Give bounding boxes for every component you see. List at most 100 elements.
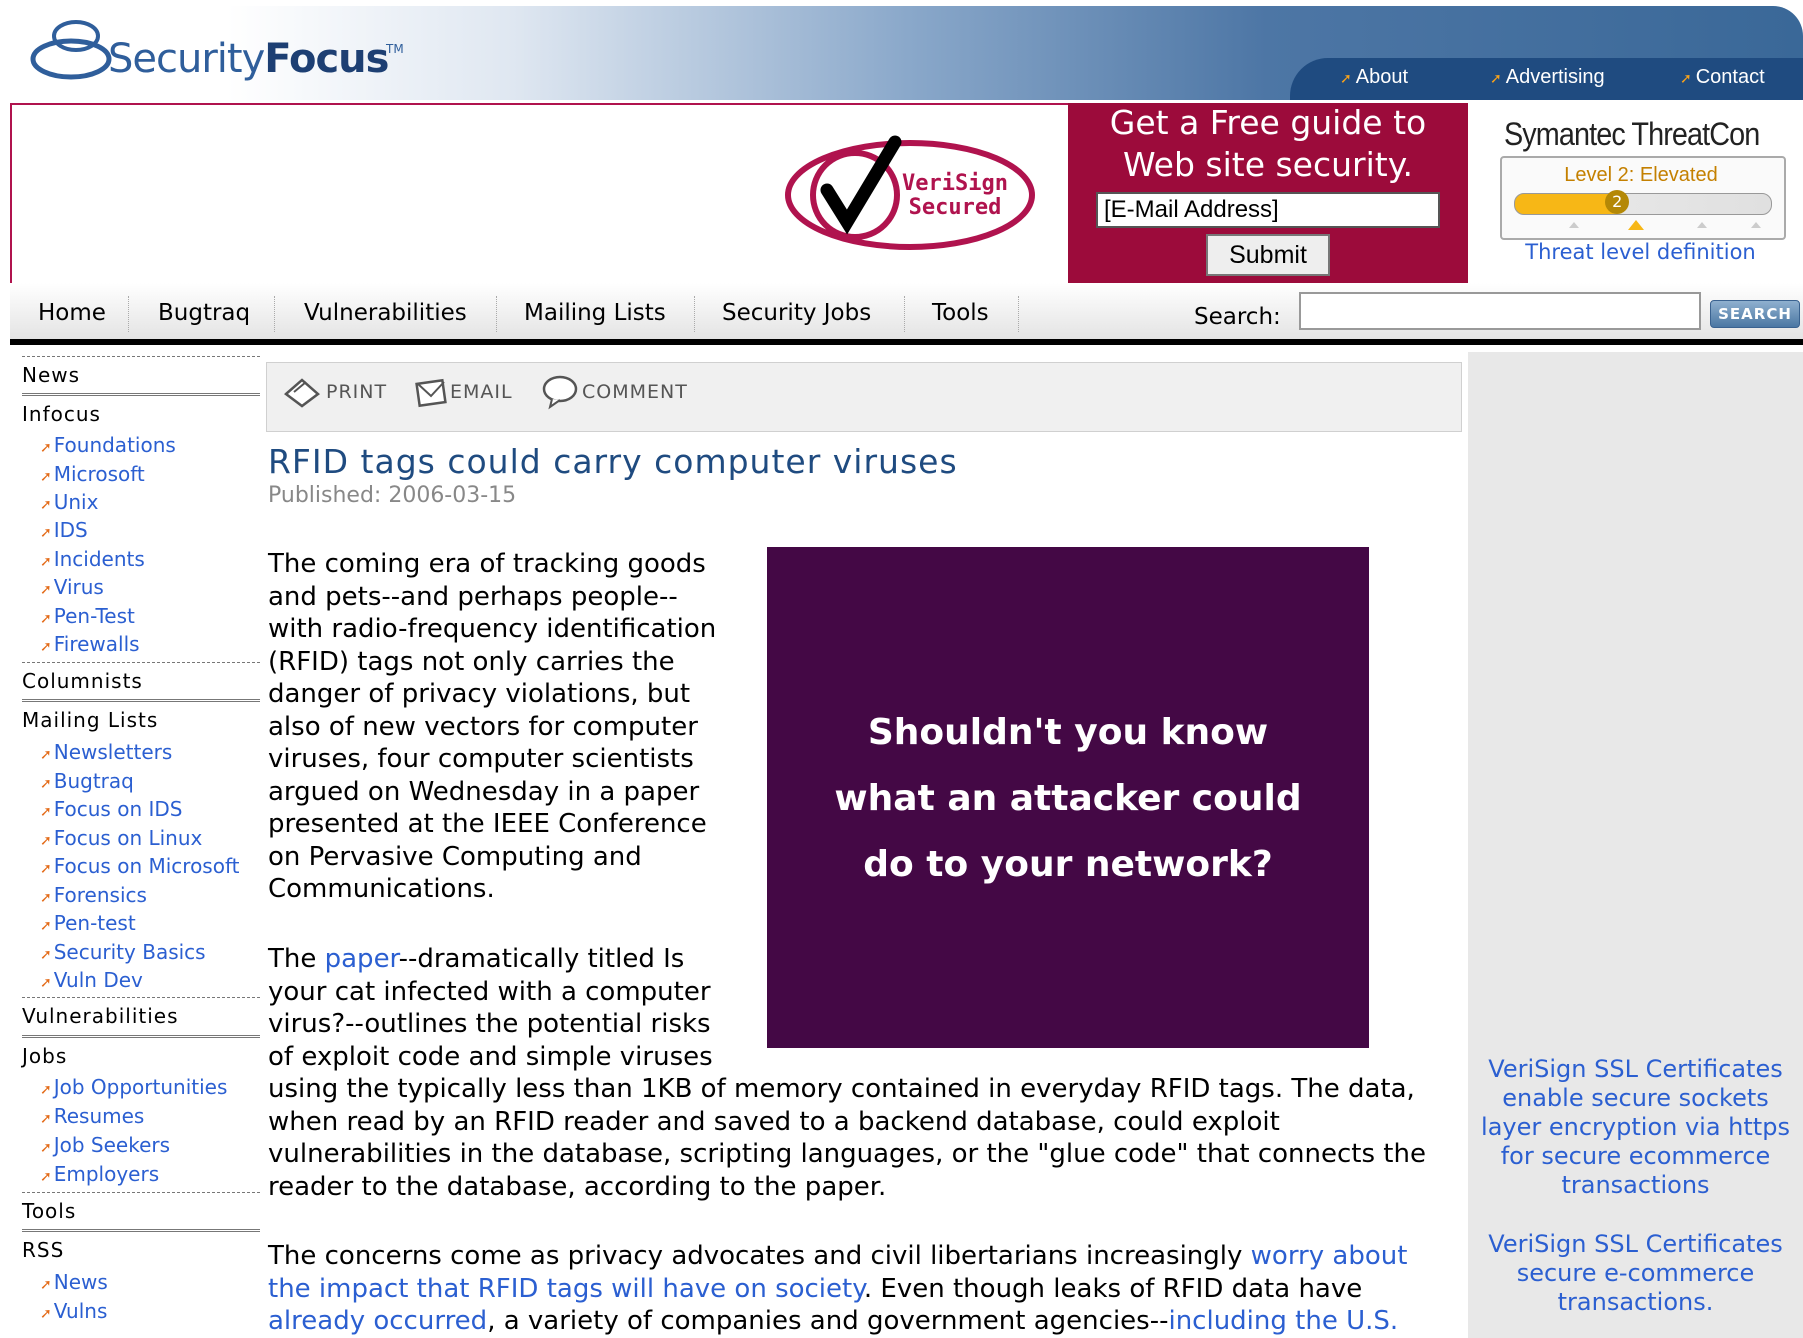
- topnav-about-link[interactable]: ➚ About: [1340, 66, 1408, 89]
- topnav-contact-link[interactable]: ➚ Contact: [1680, 66, 1765, 89]
- verisign-ssl-link-1[interactable]: VeriSign SSL Certificates enable secure …: [1468, 1055, 1803, 1200]
- including-us-link[interactable]: including the U.S.: [1168, 1306, 1398, 1336]
- sidebar-item-foundations[interactable]: ➚ Foundations: [40, 433, 176, 457]
- paper-link[interactable]: paper: [325, 944, 399, 974]
- nav-separator: [904, 296, 905, 332]
- arrow-icon: ➚: [40, 1169, 52, 1185]
- sidebar-item-unix[interactable]: ➚ Unix: [40, 490, 98, 514]
- nav-tools[interactable]: Tools: [932, 300, 989, 326]
- rfid-impact-link[interactable]: the impact that RFID tags will have on s…: [268, 1274, 864, 1304]
- sidebar-item-microsoft[interactable]: ➚ Microsoft: [40, 462, 145, 486]
- arrow-icon: ➚: [1490, 70, 1502, 86]
- site-logo[interactable]: SecurityFocus: [108, 36, 389, 82]
- threat-level-definition-link[interactable]: Threat level definition: [1478, 240, 1803, 264]
- threatcon-level-knob: 2: [1605, 190, 1630, 214]
- nav-security-jobs[interactable]: Security Jobs: [722, 300, 871, 326]
- arrow-icon: ➚: [40, 918, 52, 934]
- nav-vulnerabilities[interactable]: Vulnerabilities: [304, 300, 467, 326]
- sidebar-item-security-basics[interactable]: ➚ Security Basics: [40, 940, 206, 964]
- sidebar-item-rss-news[interactable]: ➚ News: [40, 1270, 108, 1294]
- already-occurred-link[interactable]: already occurred: [268, 1306, 487, 1336]
- email-field[interactable]: [1096, 192, 1440, 228]
- sidebar-category-news[interactable]: News: [22, 356, 260, 388]
- topnav-advertising-link[interactable]: ➚ Advertising: [1490, 66, 1605, 89]
- verisign-ssl-link-2[interactable]: VeriSign SSL Certificates secure e-comme…: [1468, 1230, 1803, 1317]
- article-paragraph-3: The concerns come as privacy advocates a…: [268, 1241, 1408, 1336]
- comment-icon[interactable]: [540, 374, 580, 410]
- search-label: Search:: [1194, 304, 1281, 330]
- arrow-icon: ➚: [40, 497, 52, 513]
- sidebar-item-focus-on-ids[interactable]: ➚ Focus on IDS: [40, 797, 182, 821]
- sidebar-item-forensics[interactable]: ➚ Forensics: [40, 883, 147, 907]
- sidebar-item-pen-test-list[interactable]: ➚ Pen-test: [40, 911, 136, 935]
- verisign-secured-seal-icon[interactable]: VeriSign Secured: [785, 130, 1035, 250]
- svg-text:VeriSign: VeriSign: [902, 171, 1008, 196]
- sidebar-item-focus-on-microsoft[interactable]: ➚ Focus on Microsoft: [40, 854, 240, 878]
- arrow-icon: ➚: [40, 525, 52, 541]
- logo-trademark: TM: [386, 42, 404, 56]
- nav-mailing-lists[interactable]: Mailing Lists: [524, 300, 666, 326]
- sidebar-item-resumes[interactable]: ➚ Resumes: [40, 1104, 144, 1128]
- arrow-icon: ➚: [1680, 70, 1692, 86]
- threatcon-marker-icons: [1569, 220, 1761, 230]
- sidebar-item-incidents[interactable]: ➚ Incidents: [40, 547, 145, 571]
- sidebar-item-rss-vulns[interactable]: ➚ Vulns: [40, 1299, 107, 1323]
- sidebar-category-vulnerabilities[interactable]: Vulnerabilities: [22, 997, 260, 1029]
- submit-button[interactable]: Submit: [1206, 234, 1330, 276]
- sidebar-item-firewalls[interactable]: ➚ Firewalls: [40, 632, 140, 656]
- sidebar-item-ids[interactable]: ➚ IDS: [40, 518, 88, 542]
- arrow-icon: ➚: [40, 1277, 52, 1293]
- email-button[interactable]: EMAIL: [450, 381, 513, 403]
- sidebar-category-mailing-lists[interactable]: Mailing Lists: [22, 699, 260, 732]
- arrow-icon: ➚: [1340, 70, 1352, 86]
- sidebar-item-vuln-dev[interactable]: ➚ Vuln Dev: [40, 968, 143, 992]
- sidebar-item-bugtraq[interactable]: ➚ Bugtraq: [40, 769, 134, 793]
- arrow-icon: ➚: [40, 639, 52, 655]
- sidebar-item-focus-on-linux[interactable]: ➚ Focus on Linux: [40, 826, 202, 850]
- svg-text:Secured: Secured: [909, 195, 1002, 220]
- sidebar-category-jobs[interactable]: Jobs: [22, 1035, 260, 1068]
- search-input[interactable]: [1299, 292, 1701, 330]
- published-date: Published: 2006-03-15: [268, 483, 517, 508]
- threatcon-level-text: Level 2: Elevated: [1564, 164, 1718, 186]
- sidebar-item-job-seekers[interactable]: ➚ Job Seekers: [40, 1133, 170, 1157]
- sidebar-item-pen-test[interactable]: ➚ Pen-Test: [40, 604, 135, 628]
- threatcon-title: Symantec ThreatCon: [1504, 116, 1760, 152]
- arrow-icon: ➚: [40, 804, 52, 820]
- free-guide-heading: Get a Free guide to Web site security.: [1109, 103, 1427, 184]
- sidebar-item-employers[interactable]: ➚ Employers: [40, 1162, 159, 1186]
- nav-separator: [1018, 296, 1019, 332]
- arrow-icon: ➚: [40, 975, 52, 991]
- nav-separator: [128, 296, 129, 332]
- sidebar-category-rss[interactable]: RSS: [22, 1229, 260, 1262]
- threatcon-level-bar: [1514, 193, 1772, 215]
- comment-button[interactable]: COMMENT: [582, 381, 688, 403]
- arrow-icon: ➚: [40, 776, 52, 792]
- sidebar-category-infocus[interactable]: Infocus: [22, 393, 260, 426]
- arrow-icon: ➚: [40, 469, 52, 485]
- arrow-icon: ➚: [40, 582, 52, 598]
- print-icon[interactable]: [280, 374, 324, 410]
- sidebar-item-newsletters[interactable]: ➚ Newsletters: [40, 740, 172, 764]
- article-title: RFID tags could carry computer viruses: [268, 442, 958, 481]
- search-button[interactable]: SEARCH: [1710, 300, 1800, 328]
- arrow-icon: ➚: [40, 1111, 52, 1127]
- sidebar-item-job-opportunities[interactable]: ➚ Job Opportunities: [40, 1075, 227, 1099]
- print-button[interactable]: PRINT: [326, 381, 387, 403]
- worry-about-link[interactable]: worry about: [1251, 1241, 1408, 1271]
- arrow-icon: ➚: [40, 861, 52, 877]
- sidebar-category-tools[interactable]: Tools: [22, 1192, 260, 1224]
- nav-separator: [274, 296, 275, 332]
- arrow-icon: ➚: [40, 947, 52, 963]
- article-paragraph-1: The coming era of tracking goods and pet…: [268, 549, 717, 904]
- nav-bugtraq[interactable]: Bugtraq: [158, 300, 250, 326]
- sidebar-item-virus[interactable]: ➚ Virus: [40, 575, 104, 599]
- nav-separator: [694, 296, 695, 332]
- inline-ad-text[interactable]: Shouldn't you know what an attacker coul…: [767, 700, 1369, 898]
- sidebar-category-columnists[interactable]: Columnists: [22, 662, 260, 694]
- arrow-icon: ➚: [40, 554, 52, 570]
- arrow-icon: ➚: [40, 747, 52, 763]
- nav-home[interactable]: Home: [38, 300, 106, 326]
- email-icon[interactable]: [414, 374, 448, 410]
- arrow-icon: ➚: [40, 833, 52, 849]
